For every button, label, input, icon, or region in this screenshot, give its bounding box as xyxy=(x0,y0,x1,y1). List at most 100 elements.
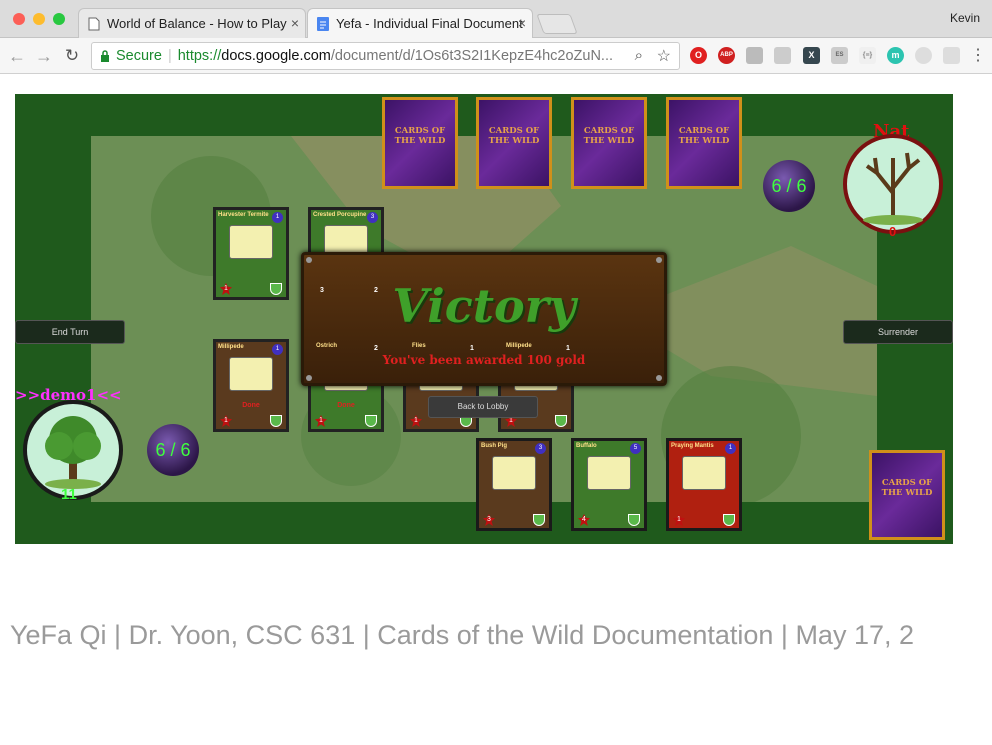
browser-tab-strip: World of Balance - How to Play × Yefa - … xyxy=(0,0,992,38)
bolt-icon xyxy=(656,375,662,381)
bookmark-star-icon[interactable]: ☆ xyxy=(657,46,671,66)
player-portrait xyxy=(23,400,123,500)
card-back-label: CARDS OF THE WILD xyxy=(488,125,540,146)
address-bar[interactable]: Secure | https://docs.google.com/documen… xyxy=(91,42,680,70)
unit-health-icon xyxy=(365,415,377,427)
close-tab-icon[interactable]: × xyxy=(518,15,526,31)
bush-pig-image xyxy=(492,456,536,490)
player-deck[interactable]: CARDS OF THE WILD xyxy=(869,450,945,540)
tab-yefa-document[interactable]: Yefa - Individual Final Document × xyxy=(307,8,533,38)
forward-arrow-icon[interactable]: → xyxy=(33,45,55,67)
tab-title: World of Balance - How to Play xyxy=(107,16,287,31)
download-extension-icon[interactable] xyxy=(774,47,791,64)
lock-icon xyxy=(101,50,109,62)
hand-card[interactable]: Bush Pig 3 3 xyxy=(476,438,552,531)
url-scheme: https:// xyxy=(177,48,222,64)
hand-card[interactable]: Buffalo 5 4 xyxy=(571,438,647,531)
opponent-hand-card: CARDS OF THE WILD xyxy=(571,97,647,189)
overlay-number: 2 xyxy=(374,345,378,352)
opponent-hand-card: CARDS OF THE WILD xyxy=(666,97,742,189)
overlay-unit-name: Flies xyxy=(412,343,426,349)
victory-dialog: 3 2 Ostrich 2 Flies 1 Millipede 1 Victor… xyxy=(301,252,667,386)
unit-cost: 3 xyxy=(367,212,378,223)
browser-toolbar: ← → ↻ Secure | https://docs.google.com/d… xyxy=(0,38,992,74)
unit-health-icon xyxy=(533,514,545,526)
adblock-extension-icon[interactable]: ABP xyxy=(718,47,735,64)
praying-mantis-image xyxy=(682,456,726,490)
google-docs-icon xyxy=(317,17,329,31)
unit-status: Done xyxy=(337,402,355,409)
es-extension-icon[interactable]: ES xyxy=(831,47,848,64)
overlay-unit-name: Ostrich xyxy=(316,343,338,349)
victory-subtitle: You've been awarded 100 gold xyxy=(382,353,586,367)
player-health: 11 xyxy=(61,486,77,503)
surrender-button[interactable]: Surrender xyxy=(843,320,953,344)
unit-status: Done xyxy=(242,402,260,409)
url-path: /document/d/1Os6t3S2I1KepzE4hc2oZuN... xyxy=(330,48,614,64)
opponent-hand-card: CARDS OF THE WILD xyxy=(476,97,552,189)
opponent-mana-orb: 6 / 6 xyxy=(763,160,815,212)
x-extension-icon[interactable]: X xyxy=(803,47,820,64)
circle-extension-icon[interactable] xyxy=(915,47,932,64)
zoom-icon[interactable]: ⌕ xyxy=(635,47,643,64)
opponent-hand-card: CARDS OF THE WILD xyxy=(382,97,458,189)
back-to-lobby-button[interactable]: Back to Lobby xyxy=(428,396,538,418)
tab-world-of-balance[interactable]: World of Balance - How to Play × xyxy=(78,8,306,38)
document-icon xyxy=(88,17,100,31)
unit-attack: 1 xyxy=(315,415,327,427)
bolt-icon xyxy=(656,257,662,263)
unit-cost: 5 xyxy=(630,443,641,454)
unit-health-icon xyxy=(723,514,735,526)
victory-title: Victory xyxy=(392,279,576,333)
unit-cost: 3 xyxy=(535,443,546,454)
player-unit-card[interactable]: Millipede 1 Done 1 xyxy=(213,339,289,432)
termite-image xyxy=(229,225,273,259)
card-back-label: CARDS OF THE WILD xyxy=(678,125,730,146)
unit-attack: 1 xyxy=(673,514,685,526)
overlay-number: 1 xyxy=(470,345,474,352)
opponent-unit-card[interactable]: Harvester Termite 1 1 xyxy=(213,207,289,300)
overlay-unit-name: Millipede xyxy=(506,343,532,349)
unit-health-icon xyxy=(270,415,282,427)
buffalo-image xyxy=(587,456,631,490)
bolt-icon xyxy=(306,257,312,263)
maximize-window-button[interactable] xyxy=(53,13,65,25)
opera-extension-icon[interactable]: O xyxy=(690,47,707,64)
card-back-label: CARDS OF THE WILD xyxy=(881,478,933,499)
unit-attack: 1 xyxy=(410,415,422,427)
close-window-button[interactable] xyxy=(13,13,25,25)
game-screenshot: CARDS OF THE WILD CARDS OF THE WILD CARD… xyxy=(15,94,953,544)
card-back-label: CARDS OF THE WILD xyxy=(394,125,446,146)
json-extension-icon[interactable]: {≡} xyxy=(859,47,876,64)
minimize-window-button[interactable] xyxy=(33,13,45,25)
unit-health-icon xyxy=(628,514,640,526)
end-turn-button[interactable]: End Turn xyxy=(15,320,125,344)
opponent-health: 0 xyxy=(889,224,897,239)
gear-extension-icon[interactable] xyxy=(943,47,960,64)
profile-name[interactable]: Kevin xyxy=(950,11,980,25)
tab-title: Yefa - Individual Final Document xyxy=(336,16,523,31)
secure-label: Secure xyxy=(116,48,162,64)
millipede-image xyxy=(229,357,273,391)
menu-kebab-icon[interactable]: ⋮ xyxy=(970,45,986,65)
unit-attack: 1 xyxy=(220,415,232,427)
opponent-portrait xyxy=(843,134,943,234)
unit-cost: 1 xyxy=(272,212,283,223)
back-arrow-icon[interactable]: ← xyxy=(6,45,28,67)
player-mana-orb: 6 / 6 xyxy=(147,424,199,476)
hand-card[interactable]: Praying Mantis 1 1 xyxy=(666,438,742,531)
close-tab-icon[interactable]: × xyxy=(291,15,299,31)
new-tab-button[interactable] xyxy=(536,14,578,34)
unit-attack: 3 xyxy=(483,514,495,526)
unit-health-icon xyxy=(270,283,282,295)
shield-extension-icon[interactable] xyxy=(746,47,763,64)
unit-cost: 1 xyxy=(725,443,736,454)
document-header-text: YeFa Qi | Dr. Yoon, CSC 631 | Cards of t… xyxy=(10,620,914,650)
unit-attack: 1 xyxy=(220,283,232,295)
leafy-tree-icon xyxy=(45,416,101,489)
reload-icon[interactable]: ↻ xyxy=(61,45,83,67)
m-extension-icon[interactable]: m xyxy=(887,47,904,64)
bolt-icon xyxy=(306,375,312,381)
url-host: docs.google.com xyxy=(221,48,331,64)
unit-health-icon xyxy=(555,415,567,427)
